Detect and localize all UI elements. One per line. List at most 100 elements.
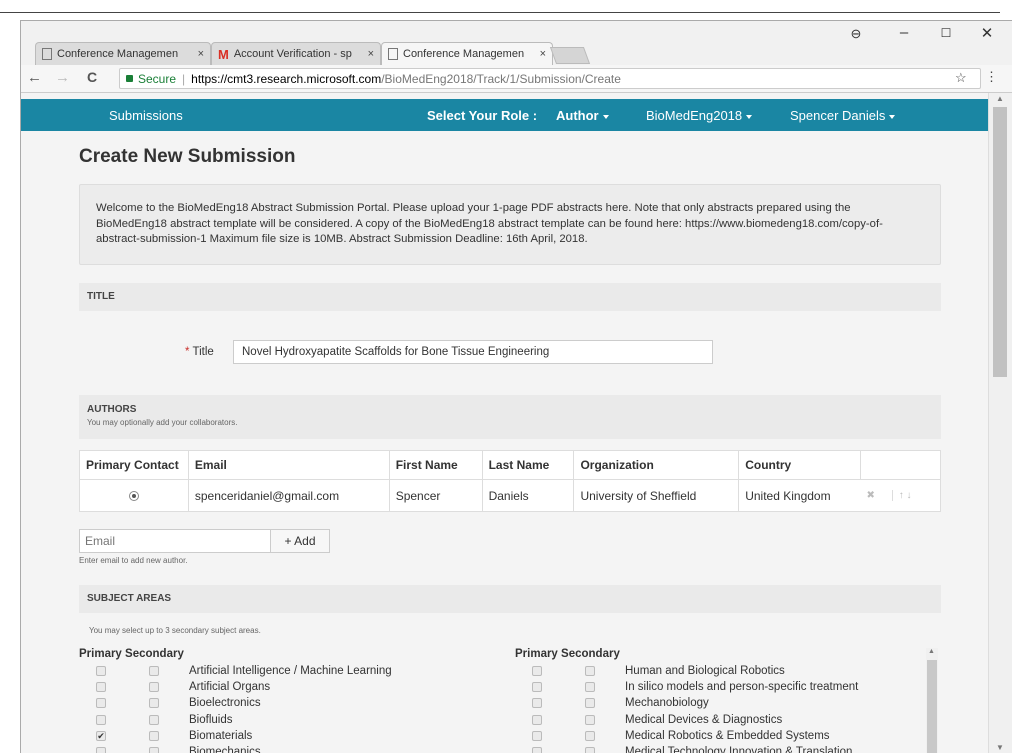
author-country: United Kingdom: [738, 479, 861, 512]
conference-dropdown[interactable]: BioMedEng2018: [646, 108, 753, 123]
secondary-checkbox[interactable]: [149, 714, 159, 725]
subject-area-label: Artificial Intelligence / Machine Learni…: [189, 665, 392, 677]
new-tab-button[interactable]: [549, 47, 591, 64]
primary-checkbox[interactable]: [96, 666, 106, 676]
secondary-checkbox[interactable]: [149, 730, 159, 741]
page-scrollbar[interactable]: ▲ ▼: [988, 93, 1012, 753]
secondary-checkbox[interactable]: [585, 682, 595, 693]
remove-author-icon[interactable]: ✖: [867, 490, 875, 501]
primary-contact-radio[interactable]: [128, 491, 139, 502]
secondary-checkbox[interactable]: [585, 747, 595, 753]
primary-checkbox[interactable]: [532, 747, 542, 753]
close-tab-icon[interactable]: ×: [198, 48, 204, 60]
close-window-button[interactable]: ✕: [967, 24, 1007, 42]
primary-checkbox[interactable]: [96, 682, 106, 693]
primary-column-label: Primary: [515, 648, 558, 660]
window-outline: [0, 12, 1000, 13]
role-dropdown[interactable]: Author: [556, 108, 609, 123]
subject-area-row: Human and Biological Robotics: [515, 665, 935, 678]
subject-area-row: Bioelectronics: [79, 697, 499, 710]
subject-area-row: Biofluids: [79, 714, 499, 727]
author-email: spenceridaniel@gmail.com: [187, 479, 390, 512]
primary-checkbox[interactable]: [532, 730, 542, 741]
title-label-text: Title: [192, 346, 214, 358]
secondary-checkbox[interactable]: [585, 698, 595, 709]
secondary-checkbox[interactable]: [585, 714, 595, 725]
secondary-checkbox[interactable]: [585, 666, 595, 676]
page-icon: [42, 48, 52, 60]
caret-down-icon: [602, 114, 609, 119]
minimize-button[interactable]: –: [884, 24, 924, 41]
submissions-link[interactable]: Submissions: [109, 108, 183, 123]
top-navbar: Submissions Select Your Role : Author Bi…: [21, 99, 988, 131]
conference-name: BioMedEng2018: [646, 108, 743, 123]
subject-list-scrollbar[interactable]: ▲: [926, 648, 938, 753]
bookmark-star-icon[interactable]: ☆: [955, 70, 967, 86]
secure-label: Secure: [138, 71, 177, 86]
secondary-checkbox[interactable]: [149, 666, 159, 676]
reload-icon[interactable]: C: [87, 69, 97, 85]
forward-icon[interactable]: →: [55, 69, 70, 86]
secondary-checkbox[interactable]: [149, 698, 159, 709]
primary-checkbox[interactable]: [532, 698, 542, 709]
primary-checkbox[interactable]: [96, 714, 106, 725]
subject-area-label: Biomaterials: [189, 729, 253, 742]
tab-label: Account Verification - sp: [233, 48, 352, 60]
authors-table: Primary Contact Email First Name Last Na…: [79, 450, 941, 512]
title-input[interactable]: [233, 340, 713, 364]
col-organization: Organization: [573, 450, 740, 480]
subject-right-column-header: Primary Secondary: [515, 648, 620, 660]
author-last-name: Daniels: [481, 479, 575, 512]
lock-icon: [126, 75, 133, 82]
subject-areas-section-header: SUBJECT AREAS: [79, 585, 941, 613]
secondary-checkbox[interactable]: [149, 747, 159, 753]
maximize-button[interactable]: ☐: [926, 26, 966, 40]
subject-area-row: Artificial Organs: [79, 681, 499, 694]
tab-label: Conference Managemen: [57, 48, 179, 60]
add-author-button[interactable]: + Add: [270, 529, 330, 553]
subject-area-row: ✔ Biomaterials: [79, 730, 499, 743]
secondary-checkbox[interactable]: [585, 730, 595, 741]
url-domain: https://cmt3.research.microsoft.com: [191, 71, 382, 86]
author-row: spenceridaniel@gmail.com Spencer Daniels…: [79, 479, 941, 512]
author-organization: University of Sheffield: [573, 479, 740, 512]
profile-icon[interactable]: ⊖: [836, 26, 876, 42]
close-tab-icon[interactable]: ×: [540, 48, 546, 60]
move-up-icon[interactable]: ↑: [891, 490, 904, 501]
primary-column-label: Primary: [79, 648, 122, 660]
title-section-header: TITLE: [79, 283, 941, 311]
browser-menu-icon[interactable]: ⋮: [985, 69, 998, 85]
page-content: Submissions Select Your Role : Author Bi…: [21, 93, 988, 753]
primary-checkbox[interactable]: [532, 666, 542, 676]
title-label: * Title: [185, 346, 214, 358]
caret-down-icon: [889, 114, 896, 119]
subject-area-label: Biomechanics: [189, 746, 261, 753]
primary-checkbox[interactable]: [532, 714, 542, 725]
secondary-checkbox[interactable]: [149, 682, 159, 693]
primary-checkbox[interactable]: [96, 698, 106, 709]
scroll-down-icon[interactable]: ▼: [996, 743, 1004, 752]
primary-checkbox[interactable]: [96, 747, 106, 753]
email-hint: Enter email to add new author.: [79, 556, 188, 565]
tab-conference-management-active[interactable]: Conference Managemen ×: [381, 42, 553, 65]
primary-checkbox[interactable]: [532, 682, 542, 693]
subject-area-label: Medical Technology Innovation & Translat…: [625, 746, 853, 753]
welcome-message: Welcome to the BioMedEng18 Abstract Subm…: [79, 184, 941, 265]
url-path: /BioMedEng2018/Track/1/Submission/Create: [381, 71, 621, 86]
tab-account-verification[interactable]: M Account Verification - sp ×: [211, 42, 381, 65]
tab-conference-management-1[interactable]: Conference Managemen ×: [35, 42, 211, 65]
scrollbar-thumb[interactable]: [993, 107, 1007, 377]
scroll-up-icon[interactable]: ▲: [996, 94, 1004, 103]
move-down-icon[interactable]: ↓: [906, 490, 911, 501]
authors-heading: AUTHORS: [87, 404, 137, 415]
author-first-name: Spencer: [388, 479, 483, 512]
col-primary-contact: Primary Contact: [79, 450, 189, 480]
new-author-email-input[interactable]: [79, 529, 271, 553]
user-dropdown[interactable]: Spencer Daniels: [790, 108, 896, 123]
primary-checkbox[interactable]: ✔: [96, 730, 106, 741]
secondary-column-label: Secondary: [561, 648, 620, 660]
back-icon[interactable]: ←: [27, 69, 42, 86]
close-tab-icon[interactable]: ×: [368, 48, 374, 60]
url-bar[interactable]: Secure | https://cmt3.research.microsoft…: [119, 68, 981, 89]
subject-area-row: In silico models and person-specific tre…: [515, 681, 935, 694]
